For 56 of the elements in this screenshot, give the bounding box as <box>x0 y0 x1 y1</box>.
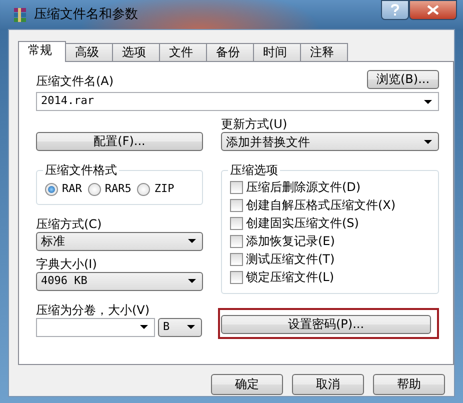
dialog-button[interactable]: 取消 <box>292 374 364 395</box>
tab[interactable]: 常规 <box>18 41 66 62</box>
radio-label: ZIP <box>154 181 174 197</box>
checkbox-label: 添加恢复记录(E) <box>246 234 335 249</box>
split-volumes-label: 压缩为分卷，大小(V) <box>36 302 151 318</box>
format-group-title: 压缩文件格式 <box>43 163 119 178</box>
checkbox[interactable] <box>230 253 243 266</box>
update-mode-label: 更新方式(U) <box>221 117 288 132</box>
help-button[interactable] <box>381 0 409 20</box>
dictionary-size-label: 字典大小(I) <box>36 256 98 272</box>
dropdown-arrow-icon <box>140 325 148 329</box>
checkbox[interactable] <box>230 235 243 248</box>
checkbox-label: 创建固实压缩文件(S) <box>246 216 359 231</box>
tab[interactable]: 备份 <box>206 43 254 61</box>
checkbox[interactable] <box>230 181 243 194</box>
profiles-button[interactable]: 配置(F)... <box>36 132 203 151</box>
checkbox[interactable] <box>230 217 243 230</box>
close-button[interactable] <box>409 0 457 20</box>
options-group-title: 压缩选项 <box>228 163 280 178</box>
tab[interactable]: 注释 <box>300 43 348 61</box>
dropdown-arrow-icon <box>424 140 432 144</box>
compression-method-select[interactable]: 标准 <box>36 232 203 250</box>
tab[interactable]: 高级 <box>65 43 113 61</box>
dropdown-arrow-icon <box>424 100 432 104</box>
radio-button[interactable] <box>45 182 58 196</box>
browse-button[interactable]: 浏览(B)... <box>367 70 439 89</box>
radio-label: RAR <box>62 181 82 197</box>
close-icon <box>427 5 439 15</box>
archive-name-label: 压缩文件名(A) <box>36 74 114 89</box>
split-size-field[interactable] <box>36 318 155 336</box>
app-icon <box>12 6 28 22</box>
radio-button[interactable] <box>137 182 150 196</box>
compression-method-label: 压缩方式(C) <box>36 216 103 232</box>
tab[interactable]: 文件 <box>159 43 207 61</box>
radio-label: RAR5 <box>104 181 132 197</box>
tab[interactable]: 时间 <box>253 43 301 61</box>
radio-button[interactable] <box>88 182 101 196</box>
dropdown-arrow-icon <box>188 279 196 283</box>
dropdown-arrow-icon <box>187 325 195 329</box>
split-unit-select[interactable]: B <box>158 318 202 336</box>
dialog-button[interactable]: 帮助 <box>373 374 445 395</box>
archive-name-field[interactable]: 2014.rar <box>36 92 439 111</box>
dropdown-arrow-icon <box>188 239 196 243</box>
checkbox-label: 创建自解压格式压缩文件(X) <box>246 198 396 213</box>
checkbox-label: 锁定压缩文件(L) <box>246 270 334 285</box>
dictionary-size-select[interactable]: 4096 KB <box>36 272 203 290</box>
checkbox-label: 测试压缩文件(T) <box>246 252 335 267</box>
dialog-button[interactable]: 确定 <box>211 374 283 395</box>
window-title: 压缩文件名和参数 <box>34 6 138 24</box>
update-mode-select[interactable]: 添加并替换文件 <box>221 132 439 151</box>
checkbox[interactable] <box>230 271 243 284</box>
checkbox-label: 压缩后删除源文件(D) <box>246 180 361 195</box>
set-password-button[interactable]: 设置密码(P)... <box>221 315 431 334</box>
checkbox[interactable] <box>230 199 243 212</box>
tab[interactable]: 选项 <box>112 43 160 61</box>
help-icon <box>391 4 399 16</box>
